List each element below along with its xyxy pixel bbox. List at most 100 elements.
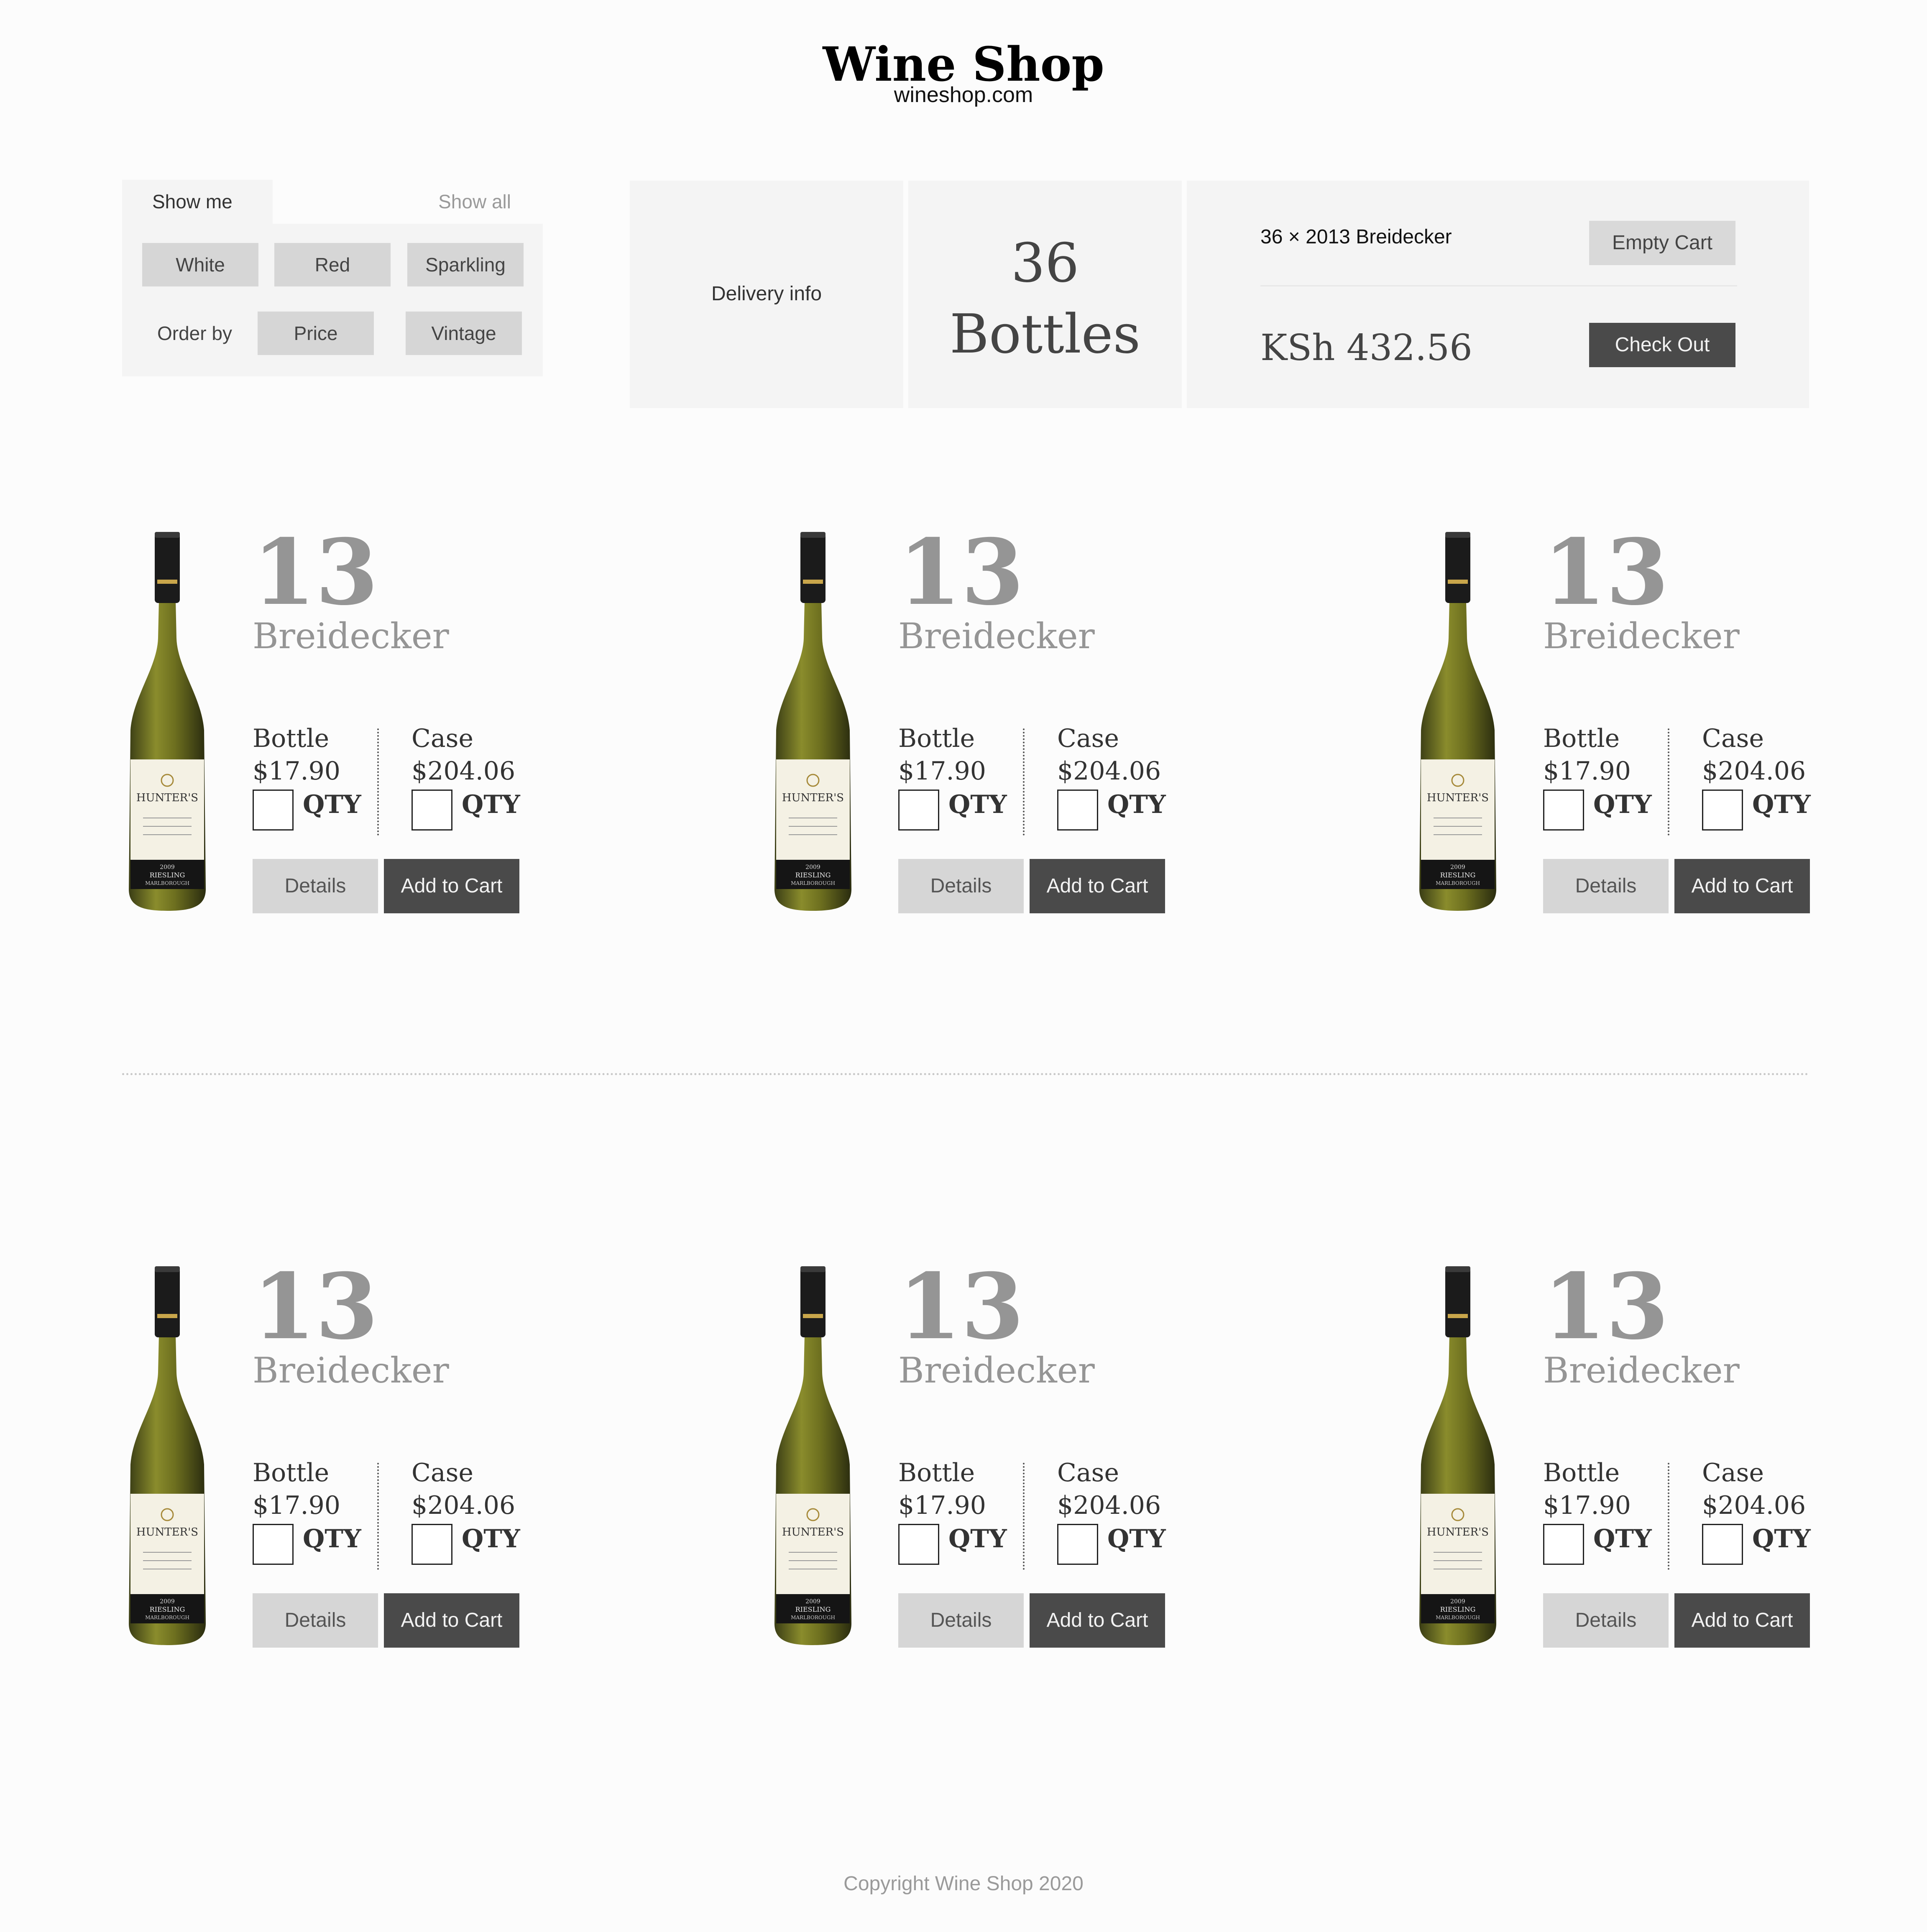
details-button[interactable]: Details	[1543, 1593, 1669, 1648]
bottle-price-label: Bottle	[1543, 1458, 1620, 1487]
price-column-divider	[377, 728, 379, 836]
case-qty-label: QTY	[1107, 1524, 1166, 1554]
product-name: Breidecker	[1543, 1350, 1740, 1391]
product-vintage: 13	[898, 519, 1024, 625]
filter-sparkling-button[interactable]: Sparkling	[407, 243, 524, 286]
case-qty-input[interactable]	[411, 1524, 452, 1565]
bottle-price-label: Bottle	[1543, 724, 1620, 753]
add-to-cart-button[interactable]: Add to Cart	[1674, 1593, 1810, 1648]
bottle-qty-label: QTY	[948, 790, 1007, 819]
bottle-qty-input[interactable]	[898, 1524, 939, 1565]
bottle-label-year: 2009	[805, 864, 820, 871]
bottle-price: $17.90	[1543, 756, 1631, 786]
case-price-column: Case $204.06 QTY	[1702, 1457, 1811, 1565]
bottle-qty-input[interactable]	[1543, 1524, 1584, 1565]
add-to-cart-button[interactable]: Add to Cart	[1674, 859, 1810, 913]
case-qty-label: QTY	[1752, 1524, 1811, 1554]
bottle-count-panel: 36 Bottles	[908, 181, 1182, 408]
bottle-price: $17.90	[253, 1491, 340, 1520]
bottle-price: $17.90	[898, 1491, 986, 1520]
product-card: HUNTER'S 2009 RIESLING MARLBOROUGH 13 Br…	[122, 522, 582, 931]
case-price-label: Case	[1702, 1458, 1764, 1487]
bottle-price-column: Bottle $17.90 QTY	[1543, 723, 1652, 831]
bottle-label-region: MARLBOROUGH	[1436, 880, 1480, 886]
case-price: $204.06	[1702, 1491, 1806, 1520]
add-to-cart-button[interactable]: Add to Cart	[1030, 859, 1165, 913]
details-button[interactable]: Details	[253, 859, 378, 913]
delivery-info-panel[interactable]: Delivery info	[630, 181, 903, 408]
bottle-label-year: 2009	[805, 1598, 820, 1605]
empty-cart-button[interactable]: Empty Cart	[1589, 221, 1735, 265]
product-card: HUNTER'S 2009 RIESLING MARLBOROUGH 13 Br…	[768, 522, 1228, 931]
site-domain: wineshop.com	[894, 83, 1033, 107]
case-price-column: Case $204.06 QTY	[1702, 723, 1811, 831]
product-card: HUNTER'S 2009 RIESLING MARLBOROUGH 13 Br…	[1413, 1256, 1873, 1665]
bottle-price-label: Bottle	[253, 1458, 330, 1487]
bottle-qty-input[interactable]	[253, 790, 294, 831]
case-price-label: Case	[1057, 1458, 1119, 1487]
filter-white-button[interactable]: White	[142, 243, 258, 286]
bottle-label-variety: RIESLING	[150, 871, 185, 879]
product-name: Breidecker	[253, 1350, 449, 1391]
case-qty-input[interactable]	[1057, 1524, 1098, 1565]
cart-total: KSh 432.56	[1260, 327, 1472, 369]
add-to-cart-button[interactable]: Add to Cart	[384, 1593, 519, 1648]
add-to-cart-button[interactable]: Add to Cart	[384, 859, 519, 913]
bottle-label-brand: HUNTER'S	[782, 1526, 844, 1538]
product-card: HUNTER'S 2009 RIESLING MARLBOROUGH 13 Br…	[768, 1256, 1228, 1665]
bottle-price-column: Bottle $17.90 QTY	[1543, 1457, 1652, 1565]
case-qty-label: QTY	[1752, 790, 1811, 819]
wine-bottle-image: HUNTER'S 2009 RIESLING MARLBOROUGH	[774, 532, 851, 911]
bottle-price-label: Bottle	[898, 1458, 975, 1487]
bottle-label-variety: RIESLING	[1440, 871, 1476, 879]
details-button[interactable]: Details	[898, 859, 1024, 913]
filter-panel-body: White Red Sparkling Order by Price Vinta…	[122, 224, 543, 376]
details-button[interactable]: Details	[253, 1593, 378, 1648]
product-card: HUNTER'S 2009 RIESLING MARLBOROUGH 13 Br…	[122, 1256, 582, 1665]
details-button[interactable]: Details	[898, 1593, 1024, 1648]
case-price-column: Case $204.06 QTY	[411, 723, 520, 831]
case-qty-label: QTY	[1107, 790, 1166, 819]
wine-bottle-image: HUNTER'S 2009 RIESLING MARLBOROUGH	[129, 1266, 206, 1645]
case-price-label: Case	[411, 1458, 473, 1487]
order-price-button[interactable]: Price	[258, 312, 374, 355]
bottle-price: $17.90	[898, 756, 986, 786]
bottle-label-year: 2009	[1450, 864, 1465, 871]
case-qty-label: QTY	[462, 1524, 520, 1554]
wine-bottle-image: HUNTER'S 2009 RIESLING MARLBOROUGH	[1419, 532, 1496, 911]
footer-copyright: Copyright Wine Shop 2020	[843, 1873, 1084, 1895]
product-vintage: 13	[253, 1253, 378, 1360]
cart-panel: 36 × 2013 Breidecker KSh 432.56 Empty Ca…	[1187, 181, 1809, 408]
bottle-count-unit: Bottles	[949, 303, 1141, 365]
checkout-button[interactable]: Check Out	[1589, 323, 1735, 367]
case-price-label: Case	[1057, 724, 1119, 753]
bottle-price-column: Bottle $17.90 QTY	[898, 723, 1007, 831]
bottle-label-variety: RIESLING	[795, 1605, 831, 1613]
bottle-label-brand: HUNTER'S	[136, 1526, 198, 1538]
bottle-label-region: MARLBOROUGH	[145, 1615, 189, 1620]
details-button[interactable]: Details	[1543, 859, 1669, 913]
wine-bottle-image: HUNTER'S 2009 RIESLING MARLBOROUGH	[129, 532, 206, 911]
bottle-qty-input[interactable]	[898, 790, 939, 831]
order-vintage-button[interactable]: Vintage	[406, 312, 522, 355]
price-column-divider	[1668, 1463, 1669, 1570]
bottle-qty-label: QTY	[1593, 790, 1652, 819]
case-qty-input[interactable]	[1702, 1524, 1743, 1565]
bottle-label-region: MARLBOROUGH	[791, 880, 835, 886]
product-vintage: 13	[898, 1253, 1024, 1360]
bottle-label-variety: RIESLING	[795, 871, 831, 879]
tab-show-all[interactable]: Show all	[273, 180, 543, 224]
tab-show-me[interactable]: Show me	[122, 180, 273, 224]
filter-red-button[interactable]: Red	[274, 243, 391, 286]
case-qty-input[interactable]	[411, 790, 452, 831]
case-qty-input[interactable]	[1702, 790, 1743, 831]
add-to-cart-button[interactable]: Add to Cart	[1030, 1593, 1165, 1648]
case-qty-input[interactable]	[1057, 790, 1098, 831]
bottle-price-label: Bottle	[898, 724, 975, 753]
bottle-qty-label: QTY	[303, 1524, 361, 1554]
case-price: $204.06	[411, 1491, 516, 1520]
bottle-qty-input[interactable]	[253, 1524, 294, 1565]
bottle-price: $17.90	[1543, 1491, 1631, 1520]
case-price: $204.06	[1057, 1491, 1161, 1520]
bottle-qty-input[interactable]	[1543, 790, 1584, 831]
